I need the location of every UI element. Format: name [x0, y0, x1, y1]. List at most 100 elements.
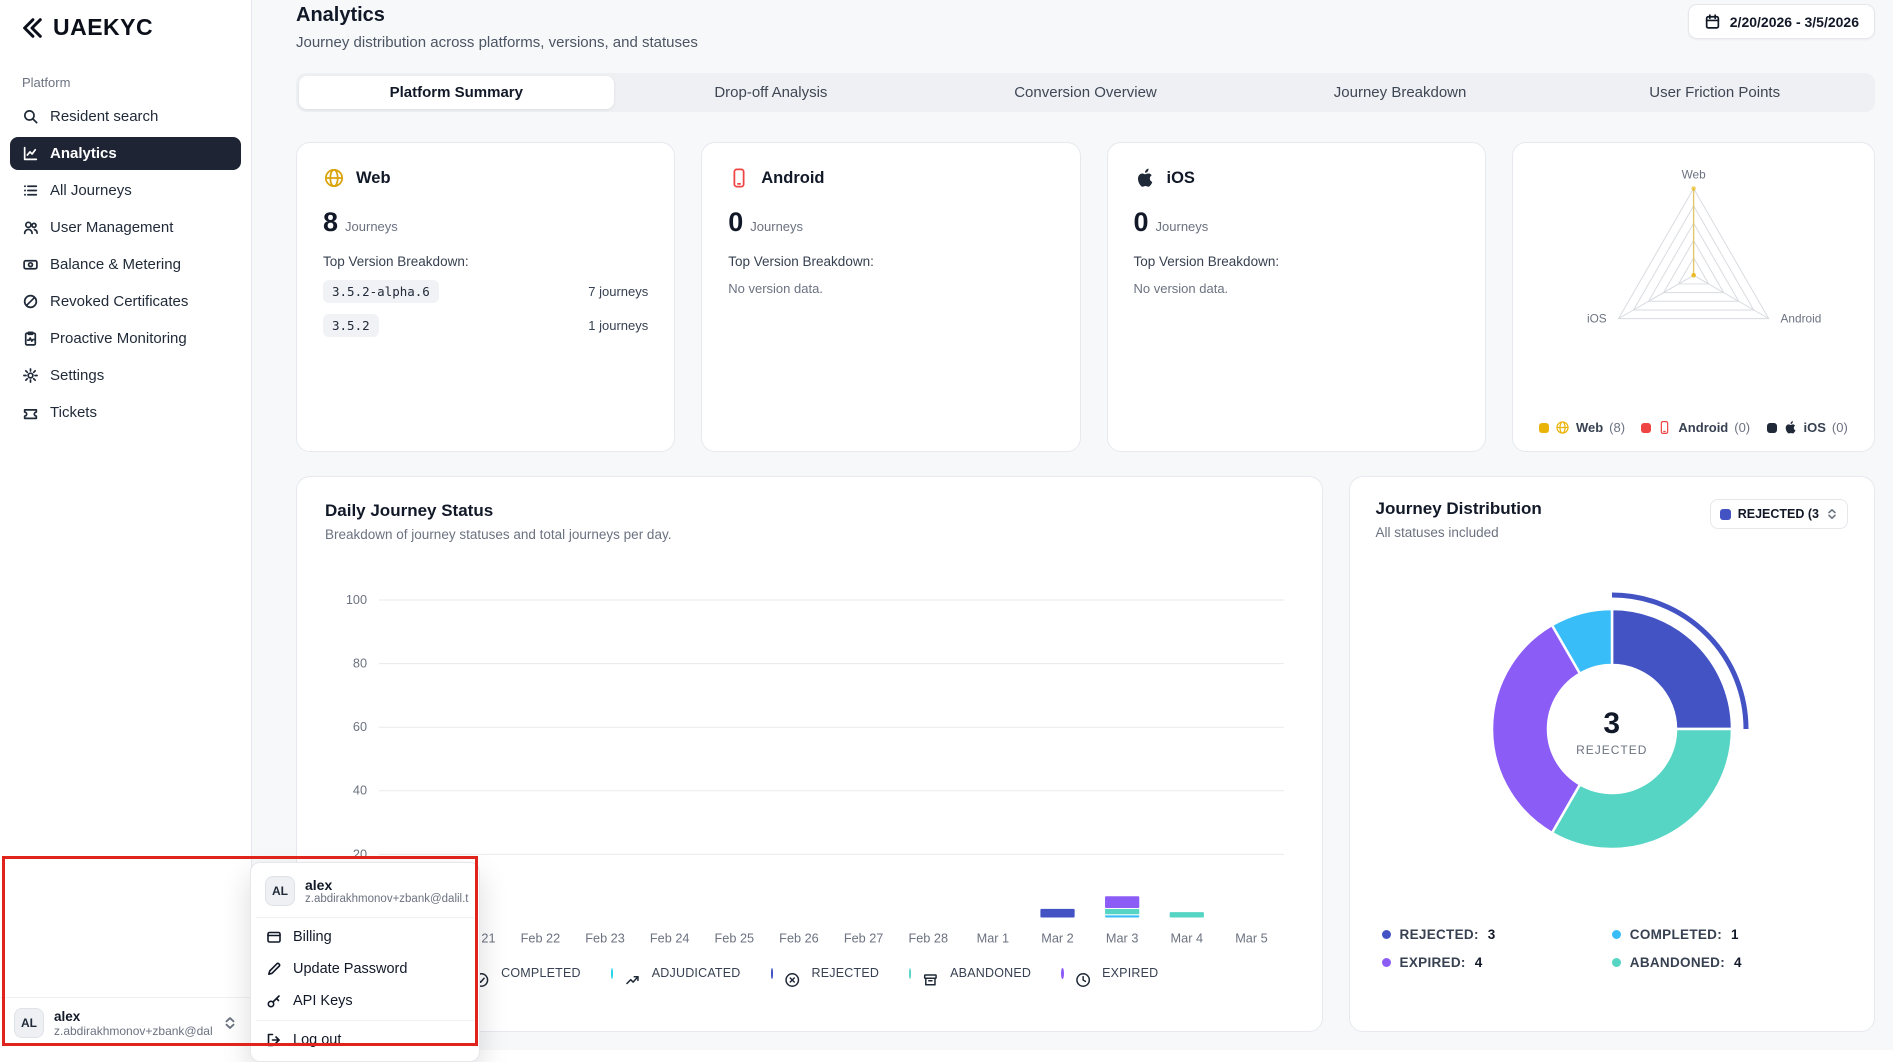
sidebar-item-user-management[interactable]: User Management — [10, 211, 241, 244]
smartphone-icon — [1661, 421, 1669, 434]
journey-count-label: Journeys — [1155, 219, 1209, 234]
status-filter-select[interactable]: REJECTED (3 — [1709, 499, 1848, 529]
legend-label: EXPIRED — [1102, 966, 1159, 981]
svg-text:Mar 1: Mar 1 — [977, 930, 1009, 945]
legend-color-dot — [1641, 422, 1652, 433]
version-journeys: 1 journeys — [588, 318, 649, 333]
sidebar-item-analytics[interactable]: Analytics — [10, 137, 241, 170]
donut-chart-wrap: 3 REJECTED — [1447, 564, 1777, 899]
menu-item-update-password[interactable]: Update Password — [256, 953, 474, 985]
svg-text:Mar 4: Mar 4 — [1171, 930, 1203, 945]
menu-item-log-out[interactable]: Log out — [256, 1024, 474, 1056]
tab-drop-off-analysis[interactable]: Drop-off Analysis — [614, 76, 929, 109]
version-row: 3.5.2-alpha.6 7 journeys — [323, 280, 648, 303]
card-title: Journey Distribution — [1375, 499, 1542, 518]
platform-card-android: Android 0 Journeys Top Version Breakdown… — [701, 142, 1081, 452]
journey-count-label: Journeys — [750, 219, 804, 234]
sidebar-item-balance-metering[interactable]: Balance & Metering — [10, 248, 241, 281]
sidebar-item-label: Balance & Metering — [50, 256, 181, 273]
svg-text:Feb 22: Feb 22 — [521, 930, 561, 945]
card-subtitle: Breakdown of journey statuses and total … — [325, 527, 672, 542]
x-circle-icon — [785, 973, 800, 988]
globe-icon — [324, 168, 344, 188]
svg-text:Feb 27: Feb 27 — [844, 930, 884, 945]
tab-journey-breakdown[interactable]: Journey Breakdown — [1243, 76, 1558, 109]
sidebar-item-label: All Journeys — [50, 182, 132, 199]
svg-text:Feb 24: Feb 24 — [650, 930, 690, 945]
svg-text:Feb 23: Feb 23 — [585, 930, 625, 945]
brand-name: UAEKYC — [53, 14, 154, 40]
legend-color-dot — [1061, 967, 1064, 979]
search-icon — [24, 110, 38, 124]
calendar-icon — [1705, 14, 1719, 29]
journey-count-label: Journeys — [345, 219, 398, 234]
platform-card-header: iOS — [1134, 167, 1459, 189]
svg-text:20: 20 — [353, 846, 367, 861]
legend-label: COMPLETED — [501, 966, 581, 981]
svg-text:60: 60 — [353, 719, 367, 734]
sidebar-item-all-journeys[interactable]: All Journeys — [10, 174, 241, 207]
legend-label: ABANDONED — [950, 966, 1032, 981]
apple-icon — [1137, 168, 1152, 187]
menu-item-label: API Keys — [293, 993, 353, 1009]
sidebar-item-proactive-monitoring[interactable]: Proactive Monitoring — [10, 322, 241, 355]
platform-card-header: Web — [323, 167, 648, 189]
no-version-data-text: No version data. — [1133, 281, 1229, 296]
sidebar-item-resident-search[interactable]: Resident search — [10, 100, 241, 133]
revoked-certificate-icon — [23, 294, 38, 309]
version-chip: 3.5.2-alpha.6 — [323, 280, 439, 303]
svg-text:iOS: iOS — [1587, 312, 1607, 326]
logout-icon — [267, 1033, 280, 1047]
tab-conversion-overview[interactable]: Conversion Overview — [928, 76, 1243, 109]
journey-count: 0 — [728, 207, 744, 237]
svg-text:80: 80 — [353, 656, 367, 671]
sidebar-item-label: Resident search — [50, 108, 159, 125]
menu-item-billing[interactable]: Billing — [256, 921, 474, 953]
legend-label: Android — [1678, 420, 1729, 435]
legend-label: iOS — [1803, 420, 1826, 435]
user-email: z.abdirakhmonov+zbank@dal — [54, 1023, 213, 1038]
daily-legend-item: ADJUDICATED — [610, 958, 741, 988]
daily-legend-item: EXPIRED — [1061, 958, 1158, 988]
no-version-data-text: No version data. — [728, 281, 823, 296]
sidebar-item-label: Tickets — [50, 404, 97, 421]
users-icon — [23, 221, 38, 235]
platform-name: Web — [356, 168, 391, 187]
svg-text:Mar 2: Mar 2 — [1041, 930, 1073, 945]
platform-radar-card: Web Android iOS Web (8) Android (0) iOS … — [1511, 142, 1875, 452]
sidebar-item-settings[interactable]: Settings — [10, 359, 241, 392]
legend-color-dot — [770, 967, 774, 979]
main-content: Analytics Journey distribution across pl… — [252, 0, 1893, 1050]
tab-platform-summary[interactable]: Platform Summary — [299, 76, 614, 109]
globe-icon — [1556, 421, 1569, 434]
tab-user-friction-points[interactable]: User Friction Points — [1557, 76, 1872, 109]
sidebar-item-revoked-certificates[interactable]: Revoked Certificates — [10, 285, 241, 318]
page-subtitle: Journey distribution across platforms, v… — [296, 34, 698, 51]
radar-legend: Web (8) Android (0) iOS (0) — [1531, 420, 1856, 435]
divider — [256, 917, 474, 918]
svg-text:Mar 5: Mar 5 — [1235, 930, 1267, 945]
user-chip[interactable]: AL alex z.abdirakhmonov+zbank@dal — [0, 997, 251, 1050]
stat-color-dot — [1611, 958, 1621, 967]
svg-text:Web: Web — [1681, 168, 1706, 182]
stat-label: ABANDONED: — [1629, 955, 1726, 970]
stat-value: 4 — [1734, 955, 1742, 970]
ticket-icon — [23, 408, 38, 420]
sidebar-item-tickets[interactable]: Tickets — [10, 396, 241, 429]
legend-count: (0) — [1831, 420, 1848, 435]
analytics-icon — [23, 146, 38, 161]
menu-item-api-keys[interactable]: API Keys — [256, 985, 474, 1017]
user-menu-header: AL alex z.abdirakhmonov+zbank@dalil.t — [256, 868, 474, 914]
user-email: z.abdirakhmonov+zbank@dalil.t — [305, 893, 469, 905]
smartphone-icon — [733, 168, 745, 188]
date-range-button[interactable]: 2/20/2026 - 3/5/2026 — [1687, 4, 1875, 39]
platform-cards-row: Web 8 Journeys Top Version Breakdown: 3.… — [296, 142, 1875, 452]
stat-color-dot — [1381, 930, 1391, 939]
clock-icon — [1076, 973, 1090, 988]
stat-value: 3 — [1487, 927, 1496, 942]
sidebar-item-label: Analytics — [50, 145, 117, 162]
sidebar-item-label: Proactive Monitoring — [50, 330, 187, 347]
version-breakdown-label: Top Version Breakdown: — [1133, 254, 1280, 269]
charts-row: Daily Journey Status Breakdown of journe… — [296, 476, 1875, 1032]
selected-status-label: REJECTED (3 — [1737, 507, 1819, 521]
